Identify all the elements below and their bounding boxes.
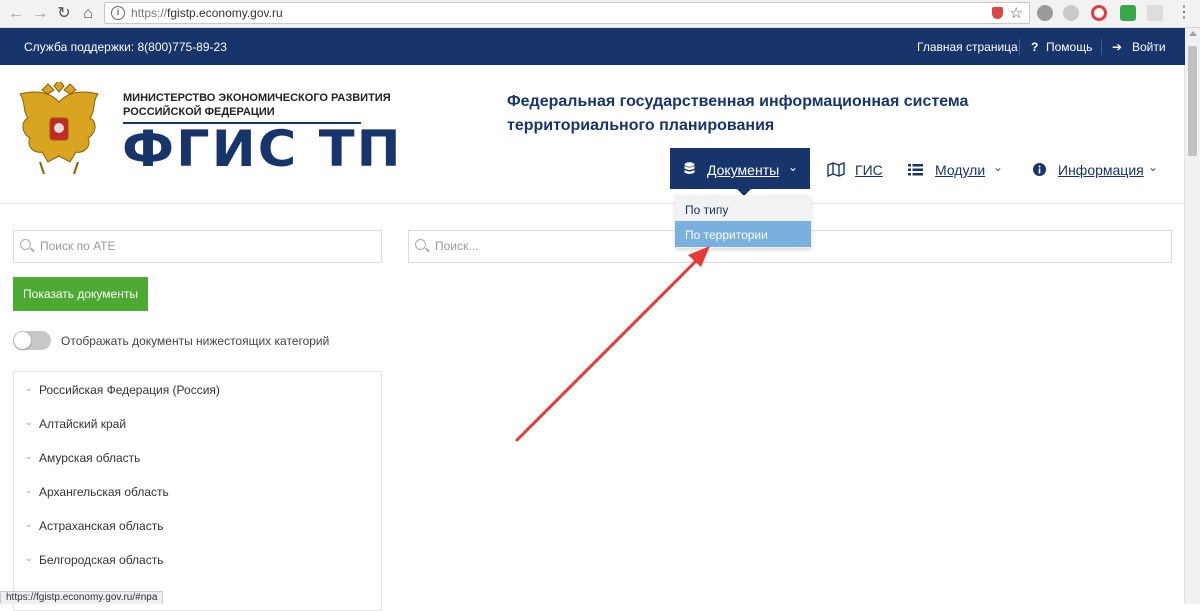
login-link[interactable]: Войти [1132, 40, 1166, 54]
top-bar: Служба поддержки: 8(800)775-89-23 Главна… [0, 28, 1185, 65]
chevron-down-icon[interactable]: ⌄ [25, 553, 35, 564]
forward-arrow-icon[interactable]: → [30, 4, 50, 24]
nav-documents[interactable]: Документы ⌄ [670, 148, 810, 196]
toggle-knob [14, 332, 31, 349]
tree-item[interactable]: ⌄ Амурская область [25, 451, 140, 465]
map-icon[interactable] [827, 162, 845, 177]
extension-check-icon[interactable] [1120, 5, 1136, 21]
chevron-down-icon[interactable]: ⌄ [25, 383, 35, 394]
tree-item[interactable]: ⌄ Архангельская область [25, 485, 169, 499]
chevron-down-icon[interactable]: ⌄ [25, 451, 35, 462]
region-tree: ⌄ Российская Федерация (Россия) ⌄ Алтайски… [13, 371, 382, 611]
ate-search-box[interactable] [13, 230, 382, 263]
info-circle-icon[interactable] [1033, 163, 1046, 176]
address-url: https://fgistp.economy.gov.ru [131, 6, 283, 20]
home-icon[interactable]: ⌂ [78, 4, 98, 24]
chevron-down-icon[interactable]: ⌄ [25, 485, 35, 496]
help-link[interactable]: Помощь [1046, 40, 1092, 54]
site-logo-text[interactable]: ФГИС ТП [122, 124, 403, 174]
ministry-name: МИНИСТЕРСТВО ЭКОНОМИЧЕСКОГО РАЗВИТИЯ РОС… [123, 92, 391, 118]
browser-menu-icon[interactable]: ⋮ [1176, 4, 1192, 22]
toggle-label: Отображать документы нижестоящих категор… [61, 334, 330, 348]
back-arrow-icon[interactable]: ← [6, 4, 26, 24]
tree-item[interactable]: ⌄ Российская Федерация (Россия) [25, 383, 220, 397]
chevron-down-icon[interactable]: ⌄ [788, 160, 798, 174]
divider [1101, 39, 1102, 55]
login-icon[interactable]: ➔ [1112, 40, 1122, 54]
divider [1019, 39, 1020, 55]
dropdown-item-by-type[interactable]: По типу [675, 196, 811, 222]
bookmark-star-icon[interactable]: ☆ [1010, 4, 1023, 22]
database-icon [684, 162, 695, 174]
search-icon [20, 239, 31, 250]
search-icon [415, 239, 426, 250]
system-title: Федеральная государственная информационн… [507, 93, 969, 134]
dropdown-item-by-territory[interactable]: По территории [675, 221, 811, 247]
chevron-down-icon[interactable]: ⌄ [1148, 160, 1158, 174]
nav-modules[interactable]: Модули [935, 162, 985, 178]
page-scrollbar[interactable] [1184, 28, 1200, 604]
shield-icon[interactable] [992, 7, 1003, 19]
scrollbar-thumb[interactable] [1188, 46, 1197, 156]
coat-of-arms-icon[interactable] [12, 82, 107, 177]
list-icon[interactable] [908, 164, 923, 176]
home-page-link[interactable]: Главная страница [917, 40, 1018, 54]
tree-item[interactable]: ⌄ Алтайский край [25, 417, 126, 431]
help-icon[interactable]: ? [1031, 40, 1038, 54]
nav-information[interactable]: Информация [1058, 162, 1144, 178]
ate-search-input[interactable] [38, 238, 332, 254]
browser-toolbar: ← → ↻ ⌂ i https://fgistp.economy.gov.ru … [0, 0, 1200, 28]
tree-item[interactable]: ⌄ Астраханская область [25, 519, 163, 533]
extension-icon[interactable] [1037, 5, 1053, 21]
header-divider [0, 203, 1185, 204]
tree-item[interactable]: ⌄ Белгородская область [25, 553, 163, 567]
show-documents-button[interactable]: Показать документы [13, 277, 148, 311]
nav-documents-label[interactable]: Документы [707, 162, 779, 178]
subcategories-toggle[interactable] [13, 331, 51, 350]
chevron-down-icon[interactable]: ⌄ [993, 160, 1003, 174]
info-icon[interactable]: i [111, 6, 125, 20]
extension-target-icon[interactable] [1091, 5, 1107, 21]
extension-gear-icon[interactable] [1063, 5, 1079, 21]
chevron-down-icon[interactable]: ⌄ [25, 519, 35, 530]
address-bar[interactable]: i https://fgistp.economy.gov.ru ☆ [104, 2, 1030, 24]
support-phone: Служба поддержки: 8(800)775-89-23 [24, 40, 227, 54]
reload-icon[interactable]: ↻ [54, 4, 74, 24]
extension-grid-icon[interactable] [1147, 5, 1163, 21]
nav-gis[interactable]: ГИС [855, 162, 883, 178]
browser-status-bar: https://fgistp.economy.gov.ru/#npa [0, 591, 164, 604]
chevron-down-icon[interactable]: ⌄ [25, 417, 35, 428]
scroll-up-arrow-icon[interactable] [1189, 31, 1197, 36]
documents-dropdown-menu: По типу По территории [675, 195, 811, 248]
